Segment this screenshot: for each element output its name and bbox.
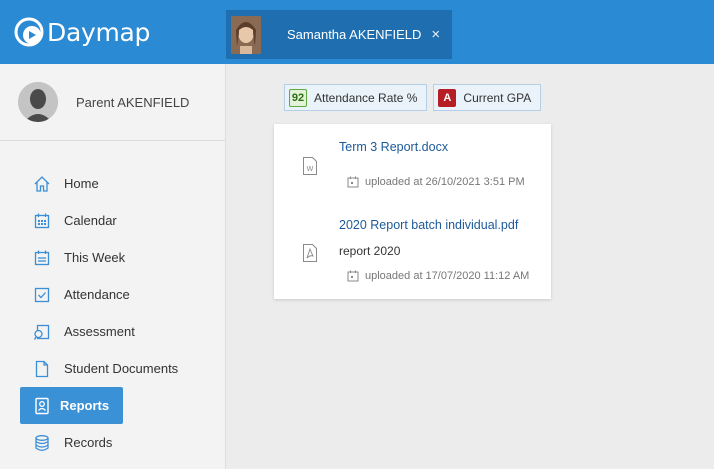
- calendar-icon: [33, 212, 51, 230]
- current-gpa-chip[interactable]: A Current GPA: [433, 84, 542, 111]
- document-title[interactable]: 2020 Report batch individual.pdf: [339, 218, 518, 232]
- document-title[interactable]: Term 3 Report.docx: [339, 140, 448, 154]
- assessment-icon: [33, 323, 51, 341]
- sidebar-item-attendance[interactable]: Attendance: [0, 276, 226, 313]
- upload-text: uploaded at 26/10/2021 3:51 PM: [365, 176, 525, 188]
- database-icon: [33, 434, 51, 452]
- sidebar-item-label: Calendar: [64, 213, 117, 228]
- sidebar-item-home[interactable]: Home: [0, 165, 226, 202]
- current-gpa-badge: A: [438, 88, 457, 107]
- upload-text: uploaded at 17/07/2020 11:12 AM: [365, 270, 530, 282]
- reports-card: W Term 3 Report.docx uploaded at 26/10/2…: [274, 124, 551, 299]
- sidebar-item-label: Assessment: [64, 324, 135, 339]
- brand-name: Daymap: [47, 17, 151, 47]
- filter-chips: 92 Attendance Rate % A Current GPA: [284, 84, 542, 111]
- daymap-logo-icon: [14, 17, 44, 47]
- close-icon[interactable]: ×: [431, 26, 440, 43]
- attendance-rate-chip[interactable]: 92 Attendance Rate %: [284, 84, 428, 111]
- parent-avatar: [18, 82, 58, 122]
- sidebar-item-calendar[interactable]: Calendar: [0, 202, 226, 239]
- student-tab[interactable]: Samantha AKENFIELD ×: [226, 10, 452, 59]
- document-upload-date: uploaded at 26/10/2021 3:51 PM: [347, 176, 525, 188]
- pdf-file-icon: [302, 244, 318, 262]
- sidebar-item-label: Student Documents: [64, 361, 179, 376]
- sidebar-item-reports[interactable]: Reports: [20, 387, 123, 424]
- word-file-icon: W: [302, 157, 318, 175]
- this-week-icon: [33, 249, 51, 267]
- top-bar: Daymap Samantha AKENFIELD ×: [0, 0, 714, 64]
- document-icon: [33, 360, 51, 378]
- parent-profile[interactable]: Parent AKENFIELD: [0, 64, 225, 141]
- parent-name: Parent AKENFIELD: [76, 94, 190, 110]
- sidebar-item-label: Reports: [60, 398, 110, 413]
- sidebar-item-records[interactable]: Records: [0, 424, 226, 461]
- sidebar-item-this-week[interactable]: This Week: [0, 239, 226, 276]
- report-icon: [33, 397, 51, 415]
- sidebar-item-label: Home: [64, 176, 99, 191]
- daymap-logo[interactable]: Daymap: [14, 14, 150, 50]
- sidebar-item-assessment[interactable]: Assessment: [0, 313, 226, 350]
- student-name: Samantha AKENFIELD: [287, 27, 422, 42]
- sidebar-item-label: This Week: [64, 250, 126, 265]
- student-avatar: [231, 15, 261, 54]
- attendance-rate-label: Attendance Rate %: [314, 90, 418, 105]
- attendance-rate-badge: 92: [289, 88, 307, 107]
- document-description: report 2020: [339, 244, 401, 258]
- sidebar-item-student-documents[interactable]: Student Documents: [0, 350, 226, 387]
- svg-text:W: W: [307, 165, 314, 173]
- sidebar-nav: Home Calendar This Week Attendance Asses…: [0, 165, 226, 461]
- sidebar-item-label: Records: [64, 435, 113, 450]
- calendar-icon: [347, 270, 359, 282]
- sidebar: Parent AKENFIELD Home Calendar This Week…: [0, 64, 226, 469]
- sidebar-item-label: Attendance: [64, 287, 130, 302]
- home-icon: [33, 175, 51, 193]
- document-upload-date: uploaded at 17/07/2020 11:12 AM: [347, 270, 529, 282]
- checkbox-icon: [33, 286, 51, 304]
- current-gpa-label: Current GPA: [463, 90, 532, 105]
- calendar-icon: [347, 176, 359, 188]
